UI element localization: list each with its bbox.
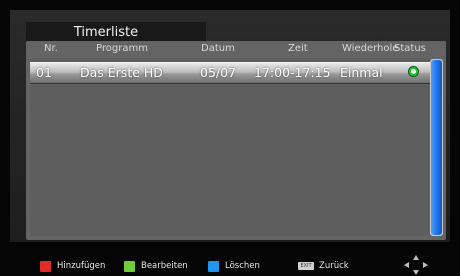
- navigation-arrows-icon: [404, 255, 428, 275]
- column-header-wiederhole: Wiederhole: [342, 43, 399, 54]
- clock-active-icon: [408, 66, 419, 77]
- edit-label: Bearbeiten: [141, 261, 188, 271]
- exit-key-icon: EXIT: [298, 262, 314, 270]
- add-button[interactable]: Hinzufügen: [40, 260, 105, 272]
- footer-legend: Hinzufügen Bearbeiten Löschen EXIT Zurüc…: [0, 248, 460, 276]
- scrollbar-thumb[interactable]: [431, 60, 442, 235]
- red-key-icon: [40, 260, 51, 272]
- edit-button[interactable]: Bearbeiten: [124, 260, 188, 272]
- column-header-status: Status: [394, 43, 426, 54]
- delete-label: Löschen: [225, 261, 260, 271]
- cell-wiederhole: Einmal: [340, 65, 383, 80]
- cell-datum: 05/07: [200, 65, 237, 80]
- column-header-nr: Nr.: [44, 43, 58, 54]
- cell-nr: 01: [36, 65, 52, 80]
- blue-key-icon: [208, 260, 219, 272]
- cell-programm: Das Erste HD: [80, 65, 163, 80]
- scrollbar[interactable]: [430, 59, 443, 236]
- page-title: Timerliste: [26, 22, 206, 42]
- add-label: Hinzufügen: [57, 261, 106, 271]
- timer-list-panel: Nr. Programm Datum Zeit Wiederhole Statu…: [26, 41, 446, 240]
- timer-window: Timerliste Nr. Programm Datum Zeit Wiede…: [10, 10, 450, 242]
- column-header-programm: Programm: [96, 43, 148, 54]
- column-header-datum: Datum: [201, 43, 235, 54]
- table-row[interactable]: 01 Das Erste HD 05/07 17:00-17:15 Einmal: [30, 62, 430, 84]
- delete-button[interactable]: Löschen: [208, 260, 260, 272]
- cell-zeit: 17:00-17:15: [254, 65, 331, 80]
- timer-list: 01 Das Erste HD 05/07 17:00-17:15 Einmal: [30, 59, 430, 236]
- back-button[interactable]: EXIT Zurück: [298, 260, 349, 272]
- table-header: Nr. Programm Datum Zeit Wiederhole Statu…: [26, 43, 446, 59]
- back-label: Zurück: [319, 261, 349, 271]
- column-header-zeit: Zeit: [288, 43, 308, 54]
- green-key-icon: [124, 260, 135, 272]
